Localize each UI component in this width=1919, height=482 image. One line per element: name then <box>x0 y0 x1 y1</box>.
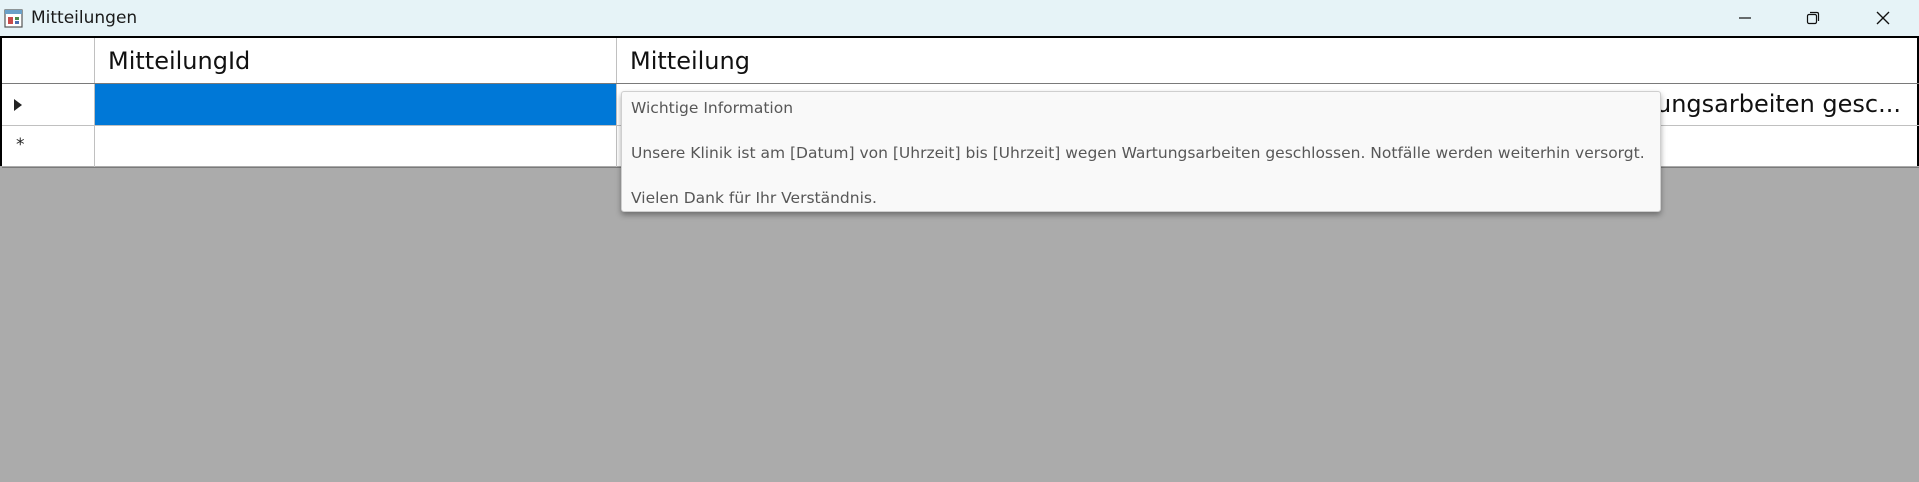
tooltip-line: Vielen Dank für Ihr Verständnis. <box>631 189 877 207</box>
minimize-icon <box>1739 17 1751 19</box>
title-bar[interactable]: Mitteilungen <box>0 0 1919 36</box>
close-icon <box>1876 11 1890 25</box>
column-header-mitteilungid[interactable]: MitteilungId <box>95 38 617 83</box>
column-header-label: Mitteilung <box>630 47 750 75</box>
new-row-asterisk: * <box>16 135 25 155</box>
column-header-mitteilung[interactable]: Mitteilung <box>617 38 1919 83</box>
cell-mitteilungid[interactable] <box>95 126 617 167</box>
close-button[interactable] <box>1848 0 1918 36</box>
window-title: Mitteilungen <box>31 8 138 28</box>
tooltip-line: Wichtige Information <box>631 99 794 117</box>
cell-mitteilungid[interactable] <box>95 84 617 125</box>
row-header-corner[interactable] <box>2 38 95 83</box>
tooltip-line: Unsere Klinik ist am [Datum] von [Uhrzei… <box>631 144 1645 162</box>
window: Mitteilungen MitteilungId Mitteilung ung… <box>0 0 1919 482</box>
grid-header-row: MitteilungId Mitteilung <box>2 38 1919 84</box>
row-header[interactable] <box>2 84 95 125</box>
cell-text: ungsarbeiten gesc... <box>1655 90 1901 118</box>
minimize-button[interactable] <box>1710 0 1780 36</box>
current-row-arrow-icon <box>14 99 22 111</box>
maximize-button[interactable] <box>1778 0 1848 36</box>
column-header-label: MitteilungId <box>108 47 251 75</box>
restore-icon <box>1806 11 1820 25</box>
cell-tooltip: Wichtige Information Unsere Klinik ist a… <box>621 91 1661 212</box>
app-window-icon <box>4 9 23 28</box>
row-header[interactable]: * <box>2 126 95 167</box>
